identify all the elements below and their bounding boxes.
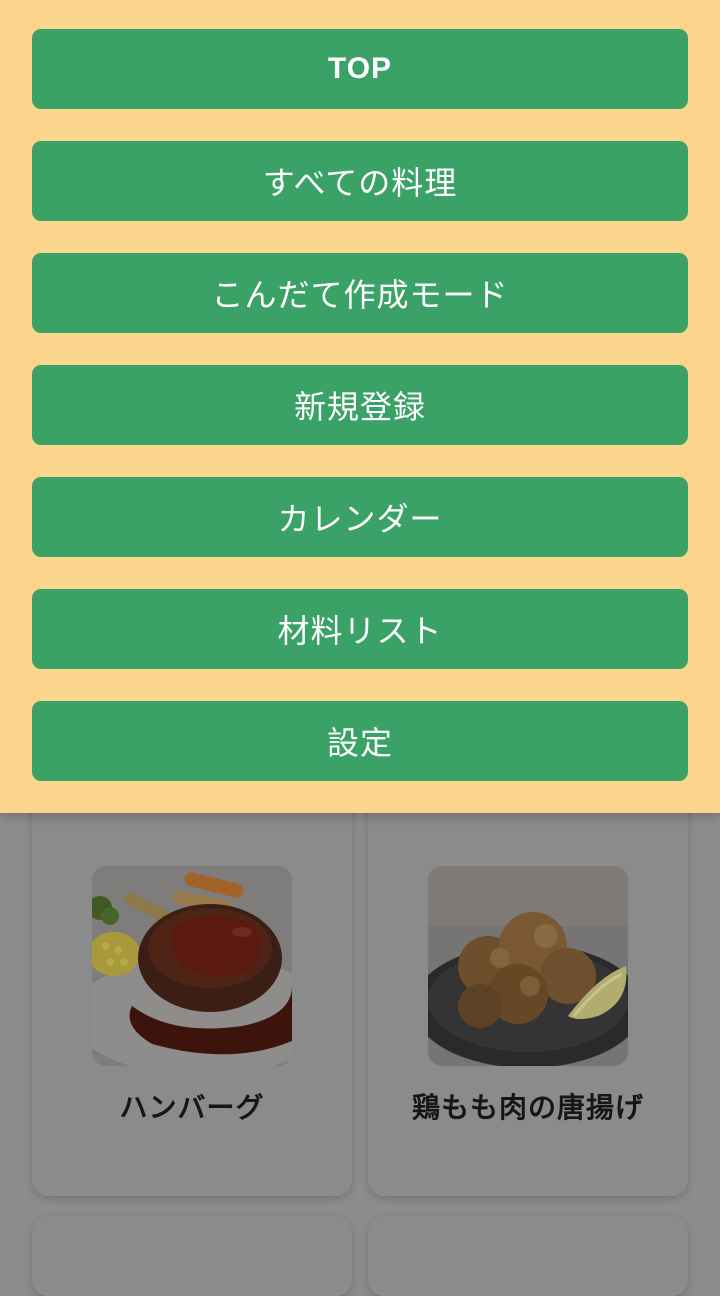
recipe-image-hamburg: [92, 866, 292, 1066]
fried-chicken-photo-icon: [428, 866, 628, 1066]
hamburg-steak-photo-icon: [92, 866, 292, 1066]
recipe-name: ハンバーグ: [119, 1091, 265, 1124]
menu-item-all-dishes[interactable]: すべての料理: [32, 141, 688, 221]
recipe-card[interactable]: [32, 1216, 352, 1296]
recipe-card[interactable]: ハンバーグ: [32, 780, 352, 1196]
menu-item-new-registration[interactable]: 新規登録: [32, 365, 688, 445]
menu-item-calendar[interactable]: カレンダー: [32, 477, 688, 557]
recipe-name: 鶏もも肉の唐揚げ: [411, 1091, 644, 1124]
menu-item-ingredient-list[interactable]: 材料リスト: [32, 589, 688, 669]
menu-item-top[interactable]: TOP: [32, 29, 688, 109]
recipe-card[interactable]: 鶏もも肉の唐揚げ: [368, 780, 688, 1196]
recipe-image-karaage: [428, 866, 628, 1066]
nav-menu: TOP すべての料理 こんだて作成モード 新規登録 カレンダー 材料リスト 設定: [0, 0, 720, 813]
menu-item-menu-planning-mode[interactable]: こんだて作成モード: [32, 253, 688, 333]
recipe-card[interactable]: [368, 1216, 688, 1296]
menu-item-settings[interactable]: 設定: [32, 701, 688, 781]
